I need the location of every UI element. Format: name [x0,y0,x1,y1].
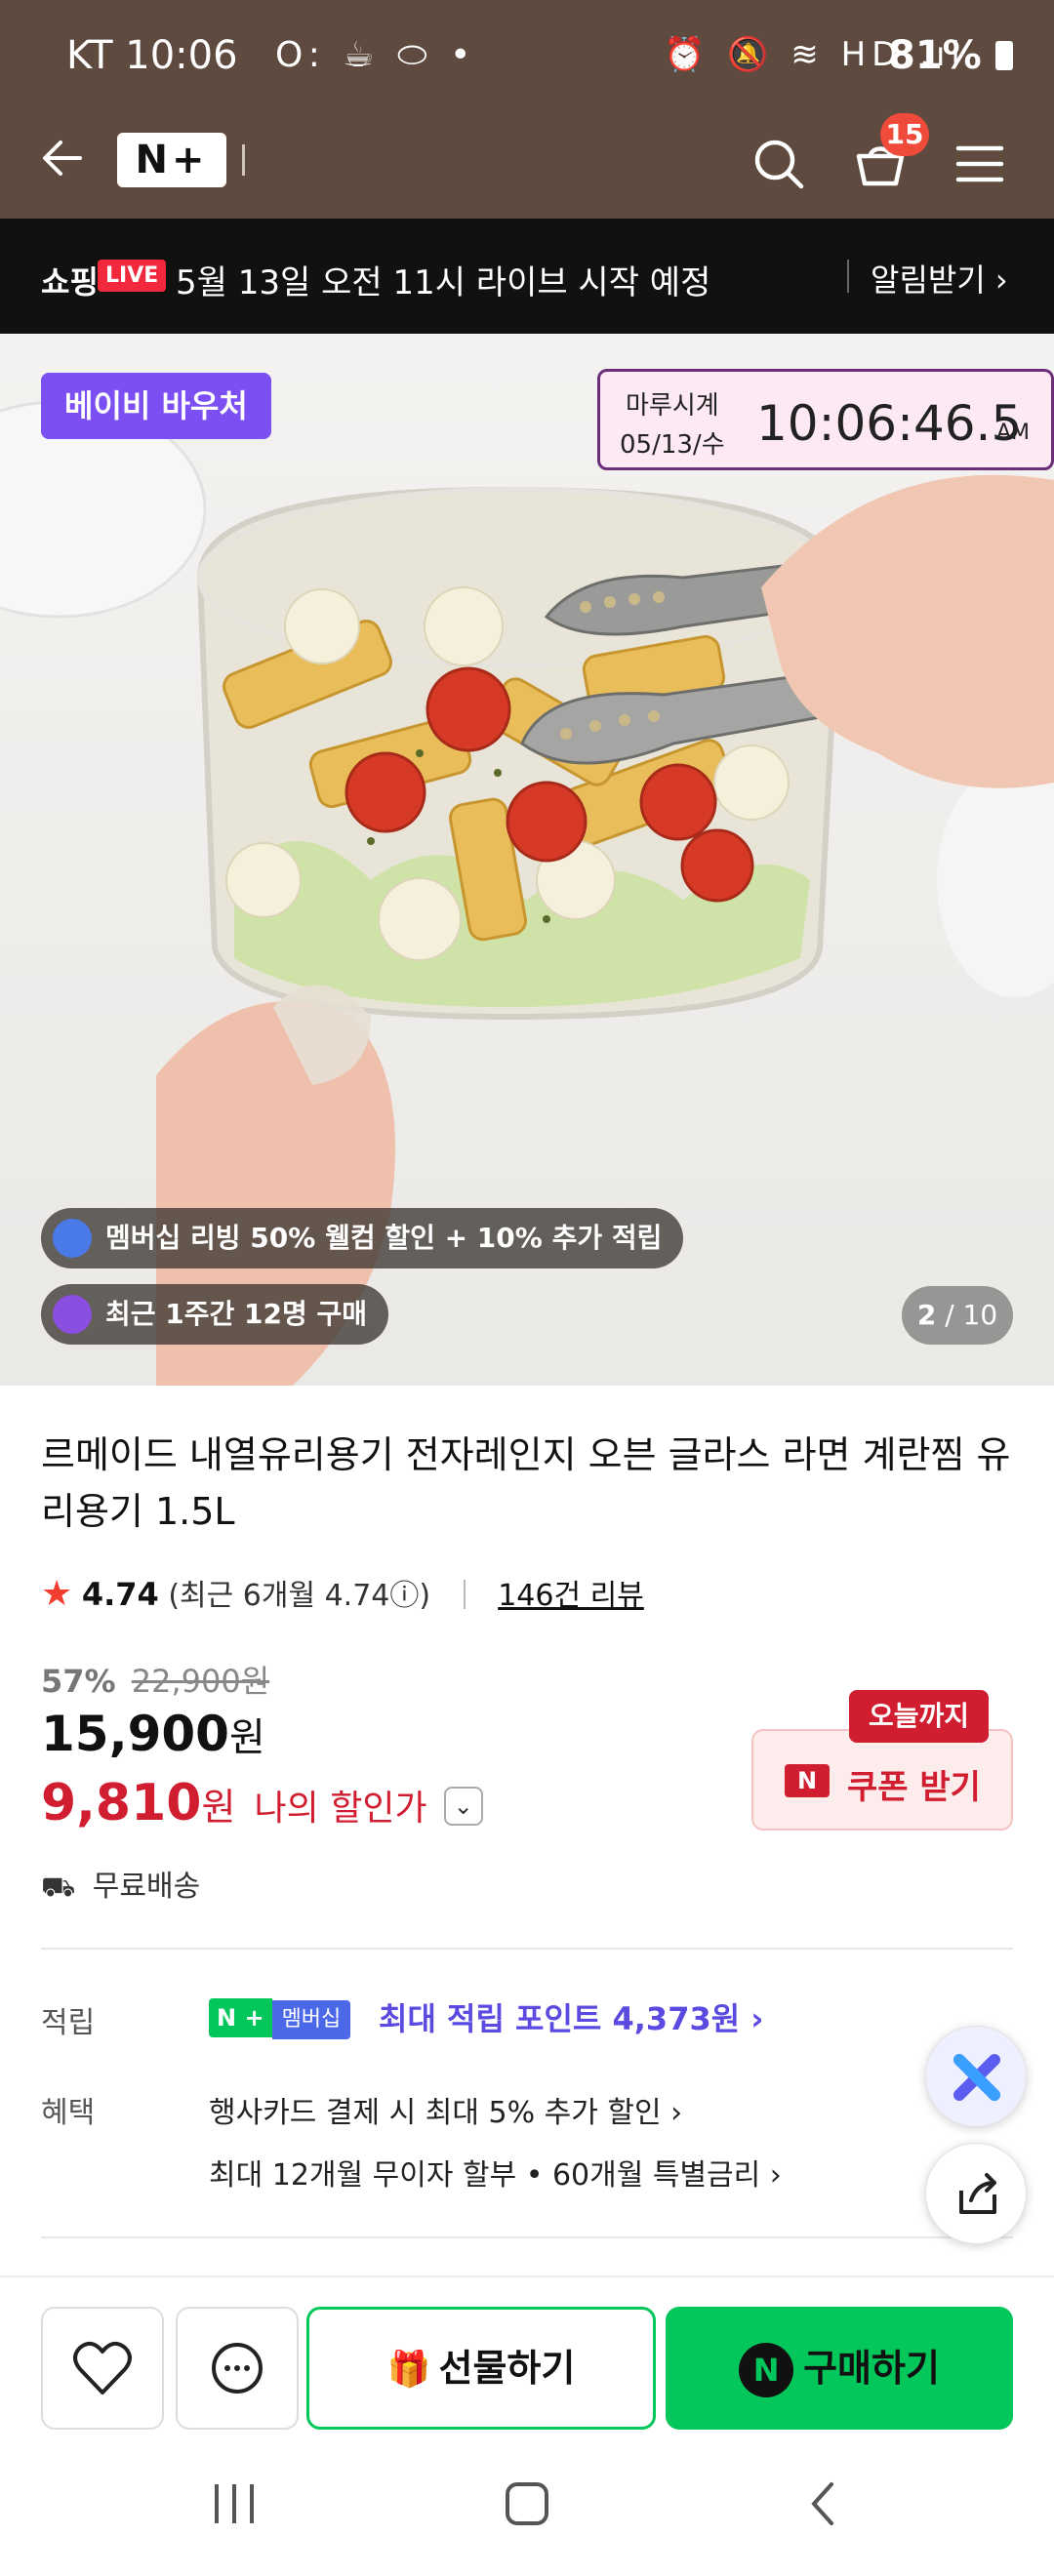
rating-score: 4.74 [81,1576,159,1613]
system-nav-bar [0,2435,1054,2576]
discount-row: 57% 22,900원 [41,1657,269,1702]
top-bar: KT 10:06 O: ☕ ⬭ • ⏰ 🔕 ≋ HD .ıl 81% N+ 15 [0,0,1054,219]
product-title: 르메이드 내열유리용기 전자레인지 오븐 글라스 라면 계란찜 유리용기 1.5… [41,1433,1011,1533]
baby-voucher-badge: 베이비 바우처 [41,373,271,439]
share-button[interactable] [925,2143,1027,2244]
app-header: N+ 15 [0,109,1054,219]
notify-button[interactable]: 알림받기 › [871,256,1008,301]
maru-clock-widget: 마루시계 05/13/수 10:06:46.5 AM [597,369,1054,470]
recent-purchase-text: 최근 1주간 12명 구매 [105,1298,368,1330]
product-image-carousel[interactable]: 베이비 바우처 마루시계 05/13/수 10:06:46.5 AM 멤버십 리… [0,334,1054,1386]
share-icon [959,2173,996,2214]
membership-living-icon [53,1219,92,1258]
my-price-label: 나의 할인가 [254,1789,427,1829]
chat-button[interactable] [176,2307,299,2430]
my-price-value: 9,810 [41,1774,202,1832]
home-icon[interactable] [506,2482,548,2525]
status-left-icons: O: ☕ ⬭ • [275,35,477,75]
heart-icon [73,2341,132,2395]
gift-icon: 🎁 [386,2350,431,2390]
review-count-link[interactable]: 146건 리뷰 [498,1579,644,1613]
shopping-live-label: 쇼핑 [41,263,99,301]
search-icon[interactable] [748,133,810,195]
buy-button[interactable]: N 구매하기 [666,2307,1013,2430]
gift-button[interactable]: 🎁 선물하기 [306,2307,656,2430]
chat-bubble-icon [212,2343,263,2394]
sale-price-unit: 원 [228,1715,265,1760]
cart-count-badge: 15 [880,113,929,156]
image-counter-current: 2 [916,1299,937,1331]
clock-ampm: AM [996,421,1031,445]
recent-purchase-pill: 최근 1주간 12명 구매 [41,1284,389,1345]
live-schedule-text: 5월 13일 오전 11시 라이브 시작 예정 [176,263,711,302]
discount-percent: 57% [41,1663,116,1700]
recent-rating[interactable]: (최근 6개월 4.74ⓘ) [168,1579,430,1613]
buy-label: 구매하기 [803,2347,940,2390]
original-price: 22,900원 [131,1663,270,1700]
points-label: 적립 [41,2006,96,2040]
membership-discount-text: 멤버십 리빙 50% 웰컴 할인 + 10% 추가 적립 [105,1222,663,1254]
live-badge: LIVE [98,260,167,292]
recent-apps-icon[interactable] [215,2484,254,2523]
chevron-down-icon[interactable]: ⌄ [443,1787,483,1826]
my-price-unit: 원 [201,1786,236,1829]
clock-time: 10:06:46.5 [756,395,1023,452]
star-icon: ★ [41,1574,73,1614]
shipping-info: ⛟ 무료배송 [41,1862,200,1907]
naver-n-icon: N [785,1764,830,1797]
rating-divider [463,1580,466,1609]
menu-icon[interactable] [949,133,1011,195]
bottom-action-bar: 🎁 선물하기 N 구매하기 [0,2275,1054,2435]
sale-price: 15,900원 [41,1706,265,1762]
shopping-live-banner[interactable]: 쇼핑 LIVE 5월 13일 오전 11시 라이브 시작 예정 알림받기 › [0,219,1054,334]
membership-badge: 멤버십 [271,2000,351,2039]
naver-n-icon: N [739,2343,794,2397]
logo-divider [242,144,245,176]
sale-price-value: 15,900 [41,1706,229,1762]
rating-row: ★ 4.74 (최근 6개월 4.74ⓘ) 146건 리뷰 [41,1571,644,1614]
today-only-badge: 오늘까지 [849,1690,990,1743]
shopping-bag-icon [53,1295,92,1334]
card-discount-link[interactable]: 행사카드 결제 시 최대 5% 추가 할인 › [209,2088,682,2131]
carrier-time: KT 10:06 [66,33,238,78]
ai-assistant-button[interactable] [925,2026,1027,2127]
back-icon[interactable] [811,2482,833,2525]
status-bar: KT 10:06 O: ☕ ⬭ • ⏰ 🔕 ≋ HD .ıl 81% [0,0,1054,109]
section-divider [41,1948,1013,1950]
npoint-membership-badge: N + 멤버십 [209,1998,351,2039]
shipping-text: 무료배송 [92,1870,201,1904]
wishlist-button[interactable] [41,2307,164,2430]
max-points-link[interactable]: 최대 적립 포인트 4,373원 › [379,1994,764,2039]
benefit-label: 혜택 [41,2096,96,2130]
live-divider [847,260,849,293]
image-counter: 2 / 10 [902,1286,1013,1345]
back-arrow-icon[interactable] [35,131,94,189]
image-counter-total: / 10 [945,1299,998,1331]
gift-label: 선물하기 [438,2347,576,2390]
coupon-button[interactable]: N 쿠폰 받기 [751,1729,1013,1831]
truck-icon: ⛟ [41,1871,76,1903]
coupon-label: 쿠폰 받기 [847,1768,981,1807]
battery-level: 81% [888,33,1013,78]
membership-discount-pill[interactable]: 멤버십 리빙 50% 웰컴 할인 + 10% 추가 적립 [41,1208,684,1268]
section-divider [41,2236,1013,2238]
installment-link[interactable]: 최대 12개월 무이자 할부 • 60개월 특별금리 › [209,2151,782,2194]
my-discount-price[interactable]: 9,810원 나의 할인가 ⌄ [41,1774,483,1832]
clock-date: 05/13/수 [620,430,725,460]
naver-plus-logo[interactable]: N+ [117,133,226,187]
clock-brand: 마루시계 [626,391,719,421]
npoint-badge: N + [209,1998,272,2037]
ai-sparkle-icon [953,2054,1000,2101]
